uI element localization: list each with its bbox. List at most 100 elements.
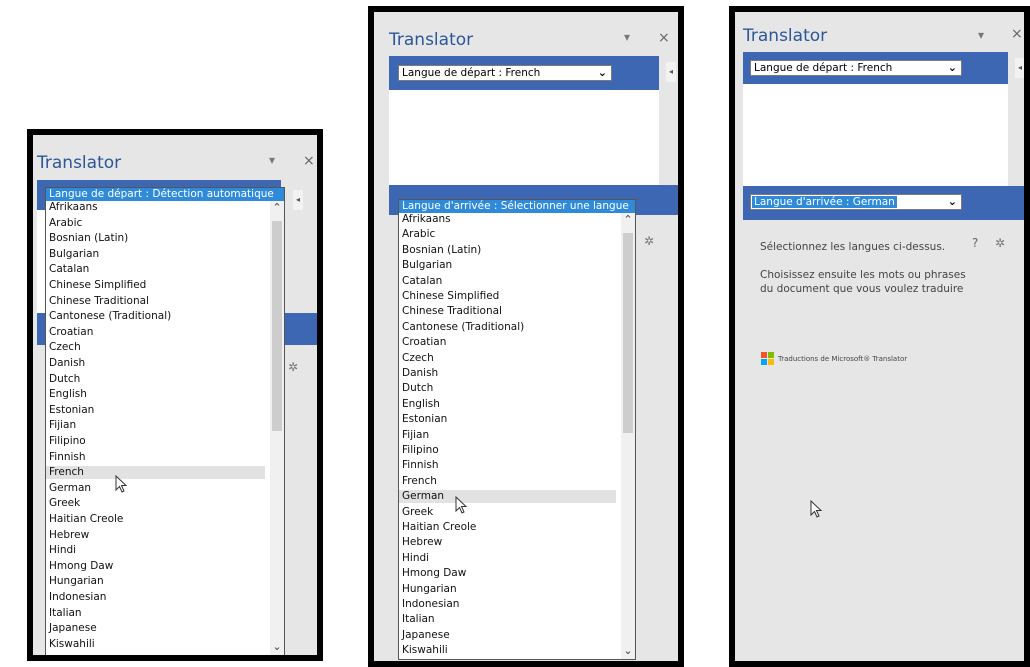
language-option[interactable]: Afrikaans	[46, 201, 265, 214]
scrollbar[interactable]: ⌃ ⌄	[621, 213, 635, 659]
gear-icon[interactable]: ✲	[995, 236, 1005, 250]
language-option[interactable]: Afrikaans	[399, 213, 616, 226]
language-option[interactable]: Haitian Creole	[46, 513, 265, 526]
translator-credit-link[interactable]: Traductions de Microsoft® Translator	[778, 355, 907, 363]
gear-icon[interactable]: ✲	[644, 234, 654, 248]
language-option[interactable]: Kiswahili	[399, 644, 616, 657]
target-language-select[interactable]: Langue d'arrivée : German ⌄	[750, 194, 962, 210]
translator-pane-3: Translator ▾ × Langue de départ : French…	[729, 6, 1030, 667]
language-option[interactable]: Czech	[46, 341, 265, 354]
language-option[interactable]: Indonesian	[46, 591, 265, 604]
pane-options-icon[interactable]: ▾	[978, 28, 984, 42]
language-option[interactable]: Bosnian (Latin)	[399, 244, 616, 257]
scrollbar-thumb[interactable]	[272, 221, 282, 431]
pane-title: Translator	[743, 26, 828, 46]
language-option[interactable]: Hungarian	[46, 575, 265, 588]
language-option[interactable]: English	[46, 388, 265, 401]
chevron-down-icon: ⌄	[947, 195, 957, 208]
language-option[interactable]: German	[46, 482, 265, 495]
language-option[interactable]: Hindi	[399, 552, 616, 565]
language-option[interactable]: Fijian	[399, 429, 616, 442]
language-option[interactable]: Hebrew	[399, 536, 616, 549]
language-option[interactable]: Chinese Simplified	[399, 290, 616, 303]
language-option[interactable]: Cantonese (Traditional)	[399, 321, 616, 334]
language-option[interactable]: Filipino	[46, 435, 265, 448]
language-option[interactable]: Greek	[399, 506, 616, 519]
language-option[interactable]: Italian	[399, 613, 616, 626]
scrollbar-thumb[interactable]	[623, 233, 633, 433]
close-icon[interactable]: ×	[1011, 26, 1023, 42]
scrollbar[interactable]: ⌃ ⌄	[270, 201, 284, 655]
instruction-choose-words-line1: Choisissez ensuite les mots ou phrases	[760, 269, 966, 281]
scroll-down-icon[interactable]: ⌄	[622, 644, 634, 657]
close-icon[interactable]: ×	[303, 153, 315, 169]
pane-options-icon[interactable]: ▾	[269, 153, 275, 167]
language-option[interactable]: Japanese	[399, 629, 616, 642]
language-option[interactable]: Dutch	[399, 382, 616, 395]
source-language-dropdown[interactable]: Langue de départ : Détection automatique…	[45, 187, 285, 655]
language-option[interactable]: French	[399, 475, 616, 488]
chevron-down-icon: ⌄	[947, 61, 957, 74]
language-option[interactable]: Dutch	[46, 373, 265, 386]
collapse-icon[interactable]: ◂	[293, 190, 303, 210]
instruction-select-languages: Sélectionnez les langues ci-dessus.	[760, 241, 946, 253]
language-option[interactable]: Hmong Daw	[46, 560, 265, 573]
language-option[interactable]: Chinese Traditional	[46, 295, 265, 308]
language-option[interactable]: Hmong Daw	[399, 567, 616, 580]
language-option[interactable]: Catalan	[399, 275, 616, 288]
language-option[interactable]: Japanese	[46, 622, 265, 635]
language-option[interactable]: Czech	[399, 352, 616, 365]
language-option[interactable]: Hindi	[46, 544, 265, 557]
collapse-icon[interactable]: ◂	[666, 62, 676, 82]
scroll-down-icon[interactable]: ⌄	[271, 640, 283, 653]
language-option[interactable]: Chinese Traditional	[399, 305, 616, 318]
close-icon[interactable]: ×	[658, 30, 670, 46]
language-option[interactable]: Finnish	[399, 459, 616, 472]
language-option[interactable]: Fijian	[46, 419, 265, 432]
mouse-pointer-icon	[115, 475, 128, 493]
language-option[interactable]: Hebrew	[46, 529, 265, 542]
language-option[interactable]: Croatian	[399, 336, 616, 349]
mouse-pointer-icon	[810, 500, 823, 518]
target-language-selected[interactable]: Langue d'arrivée : Sélectionner une lang…	[399, 200, 635, 213]
collapse-icon[interactable]: ◂	[1015, 58, 1024, 78]
pane-options-icon[interactable]: ▾	[624, 30, 630, 44]
language-option[interactable]: Croatian	[46, 326, 265, 339]
language-option[interactable]: Filipino	[399, 444, 616, 457]
language-option[interactable]: Estonian	[46, 404, 265, 417]
language-option[interactable]: Arabic	[46, 217, 265, 230]
language-option[interactable]: Hungarian	[399, 583, 616, 596]
pane-title: Translator	[37, 153, 122, 173]
language-option[interactable]: Finnish	[46, 451, 265, 464]
source-text-area[interactable]	[743, 84, 1008, 189]
language-option[interactable]: Estonian	[399, 413, 616, 426]
source-language-select[interactable]: Langue de départ : French ⌄	[398, 65, 612, 81]
scroll-up-icon[interactable]: ⌃	[271, 201, 283, 214]
source-language-select[interactable]: Langue de départ : French ⌄	[750, 60, 962, 76]
language-option[interactable]: Indonesian	[399, 598, 616, 611]
source-language-selected[interactable]: Langue de départ : Détection automatique	[46, 188, 284, 201]
language-option[interactable]: Bosnian (Latin)	[46, 232, 265, 245]
help-icon[interactable]: ?	[972, 236, 978, 250]
language-option[interactable]: Arabic	[399, 228, 616, 241]
language-option[interactable]: Danish	[46, 357, 265, 370]
gear-icon[interactable]: ✲	[288, 360, 298, 374]
language-option[interactable]: Haitian Creole	[399, 521, 616, 534]
language-option[interactable]: German	[399, 490, 616, 504]
source-text-area[interactable]	[389, 90, 659, 185]
target-language-dropdown[interactable]: Langue d'arrivée : Sélectionner une lang…	[398, 199, 636, 660]
language-option[interactable]: Cantonese (Traditional)	[46, 310, 265, 323]
target-language-value: Langue d'arrivée : German	[752, 196, 897, 208]
language-option[interactable]: Greek	[46, 497, 265, 510]
language-option[interactable]: Danish	[399, 367, 616, 380]
language-option[interactable]: Bulgarian	[399, 259, 616, 272]
language-option[interactable]: Italian	[46, 607, 265, 620]
language-option[interactable]: English	[399, 398, 616, 411]
language-option[interactable]: Catalan	[46, 263, 265, 276]
language-option[interactable]: Kiswahili	[46, 638, 265, 651]
instruction-choose-words-line2: du document que vous voulez traduire	[760, 283, 964, 295]
language-option[interactable]: Chinese Simplified	[46, 279, 265, 292]
language-option[interactable]: French	[46, 466, 265, 480]
language-option[interactable]: Bulgarian	[46, 248, 265, 261]
scroll-up-icon[interactable]: ⌃	[622, 213, 634, 226]
